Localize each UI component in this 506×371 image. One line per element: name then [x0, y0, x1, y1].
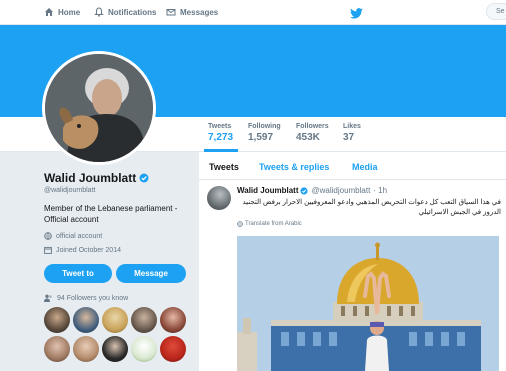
stat-following[interactable]: Following 1,597 — [248, 123, 281, 143]
avatar-photo — [45, 54, 153, 162]
nav-home[interactable]: Home — [44, 5, 80, 19]
stat-followers-label: Followers — [296, 123, 329, 130]
follower-avatar[interactable] — [73, 307, 99, 333]
profile-joined-text: Joined October 2014 — [56, 246, 121, 254]
stat-following-value: 1,597 — [248, 132, 274, 143]
profile-bio: Member of the Lebanese parliament - Offi… — [44, 204, 178, 224]
follower-avatar[interactable] — [73, 336, 99, 362]
followers-you-know-link[interactable]: 94 Followers you know — [44, 294, 128, 302]
message-button[interactable]: Message — [116, 264, 186, 283]
tweet-timestamp[interactable]: · 1h — [373, 186, 387, 195]
follower-avatar[interactable] — [160, 307, 186, 333]
translate-text: Translate from Arabic — [245, 221, 302, 227]
stat-tweets-label: Tweets — [208, 123, 232, 130]
tweet-to-button[interactable]: Tweet to — [44, 264, 112, 283]
follower-avatar[interactable] — [102, 307, 128, 333]
translate-tweet-link[interactable]: Translate from Arabic — [237, 221, 302, 227]
stat-tweets-value: 7,273 — [208, 132, 234, 143]
profile-name-row: Walid Joumblatt — [44, 171, 149, 185]
tweet-author-handle[interactable]: @walidjoumblatt — [311, 186, 370, 195]
verified-badge-icon — [139, 173, 149, 183]
tab-media[interactable]: Media — [352, 162, 378, 172]
stat-likes-label: Likes — [343, 123, 361, 130]
profile-avatar[interactable] — [42, 51, 156, 165]
calendar-icon — [44, 246, 52, 254]
profile-sidebar: Walid Joumblatt @walidjoumblatt Member o… — [0, 152, 196, 371]
timeline-tabs: Tweets Tweets & replies Media — [199, 152, 506, 180]
follower-avatar[interactable] — [44, 336, 70, 362]
followers-you-know-text: 94 Followers you know — [57, 294, 129, 302]
home-icon — [45, 8, 53, 16]
follower-avatar[interactable] — [131, 336, 157, 362]
tweet-media-image[interactable] — [237, 236, 499, 371]
profile-name[interactable]: Walid Joumblatt — [44, 171, 136, 185]
nav-home-label: Home — [58, 7, 81, 17]
nav-messages-label: Messages — [180, 7, 219, 17]
tweet-header: Walid Joumblatt @walidjoumblatt · 1h — [237, 186, 387, 195]
nav-notifications[interactable]: Notifications — [94, 5, 156, 19]
nav-notifications-label: Notifications — [108, 7, 157, 17]
nav-messages[interactable]: Messages — [166, 5, 218, 19]
stat-likes[interactable]: Likes 37 — [343, 123, 361, 143]
timeline-panel: Tweets Tweets & replies Media Walid Joum… — [199, 152, 506, 371]
profile-website[interactable]: official account — [44, 232, 102, 240]
search-input[interactable]: Se — [486, 3, 506, 20]
tweet-author-name[interactable]: Walid Joumblatt — [237, 186, 298, 195]
envelope-icon — [166, 9, 176, 16]
bell-icon — [94, 7, 104, 17]
tweet-author-avatar[interactable] — [207, 186, 231, 210]
profile-website-text: official account — [56, 232, 103, 240]
link-icon — [44, 232, 52, 240]
bird-icon — [350, 8, 363, 19]
follower-avatar[interactable] — [131, 307, 157, 333]
follower-avatar[interactable] — [44, 307, 70, 333]
tab-tweets[interactable]: Tweets — [209, 162, 239, 172]
follower-avatar[interactable] — [160, 336, 186, 362]
profile-joined: Joined October 2014 — [44, 246, 121, 254]
stat-likes-value: 37 — [343, 132, 355, 143]
stat-following-label: Following — [248, 123, 281, 130]
tab-tweets-replies[interactable]: Tweets & replies — [259, 162, 329, 172]
stat-followers[interactable]: Followers 453K — [296, 123, 329, 143]
globe-icon — [237, 221, 243, 227]
people-icon — [44, 294, 52, 302]
tweet-text: في هذا السياق التعب كل دعوات التحريض الم… — [242, 199, 501, 216]
dome-of-the-rock-photo — [237, 236, 499, 371]
verified-badge-icon — [300, 186, 309, 195]
stat-followers-value: 453K — [296, 132, 320, 143]
top-navigation: Home Notifications Messages Se — [0, 0, 506, 25]
twitter-bird-logo[interactable] — [350, 6, 363, 24]
avatar-illustration — [45, 54, 153, 162]
follower-avatar[interactable] — [102, 336, 128, 362]
stat-tweets[interactable]: Tweets 7,273 — [208, 123, 233, 143]
profile-handle[interactable]: @walidjoumblatt — [44, 187, 95, 194]
